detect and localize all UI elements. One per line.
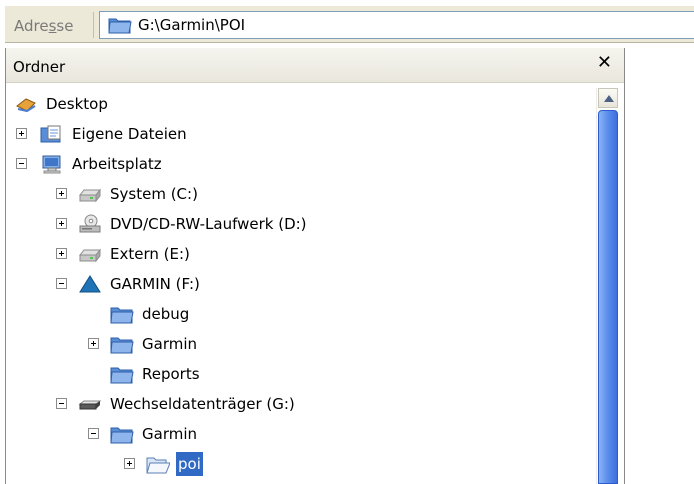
tree-item[interactable]: debug — [6, 302, 566, 326]
tree-item[interactable]: Eigene Dateien — [6, 122, 566, 146]
folder-icon — [108, 18, 132, 34]
folder-icon — [110, 307, 134, 324]
hard-drive-icon — [78, 188, 102, 203]
cd-drive-icon — [79, 214, 101, 233]
tree-item[interactable]: Garmin — [6, 332, 566, 356]
folder-icon — [110, 427, 134, 444]
removable-drive-icon — [78, 400, 102, 410]
tree-item-label: Garmin — [142, 425, 198, 443]
expand-icon[interactable] — [56, 218, 67, 229]
scroll-up-button[interactable] — [598, 88, 618, 108]
collapse-icon[interactable] — [56, 398, 67, 409]
tree-item[interactable]: Arbeitsplatz — [6, 152, 566, 176]
vertical-scrollbar[interactable] — [596, 88, 619, 484]
tree-item-label: Garmin — [142, 335, 198, 353]
address-label: Adresse — [14, 17, 74, 35]
tree-item-label: debug — [142, 305, 190, 323]
garmin-triangle-icon — [79, 275, 101, 293]
folder-pane-header: Ordner ✕ — [6, 48, 624, 83]
tree-item-label: Desktop — [46, 95, 108, 113]
hard-drive-icon — [78, 248, 102, 263]
folder-tree: Desktop Eigene Dateien Arbeitsplatz System … — [6, 84, 596, 484]
tree-item[interactable]: Reports — [6, 362, 566, 386]
open-folder-icon — [146, 457, 170, 474]
my-documents-icon — [40, 125, 61, 143]
tree-item[interactable]: Wechseldatenträger (G:) — [6, 392, 566, 416]
my-computer-icon — [42, 155, 61, 174]
collapse-icon[interactable] — [56, 278, 67, 289]
tree-item-label: Arbeitsplatz — [72, 155, 162, 173]
toolbar-separator — [93, 12, 94, 38]
tree-item[interactable]: DVD/CD-RW-Laufwerk (D:) — [6, 212, 566, 236]
tree-item-label: Extern (E:) — [110, 245, 190, 263]
tree-item-label: Eigene Dateien — [72, 125, 187, 143]
collapse-icon[interactable] — [16, 158, 27, 169]
folder-pane: Ordner ✕ Desktop Eigene Dateien Arbeitspla… — [5, 48, 625, 484]
tree-item-label: Wechseldatenträger (G:) — [110, 395, 295, 413]
expand-icon[interactable] — [56, 188, 67, 199]
scroll-thumb[interactable] — [598, 110, 618, 484]
tree-item-label: GARMIN (F:) — [110, 275, 200, 293]
tree-item-label: System (C:) — [110, 185, 198, 203]
expand-icon[interactable] — [124, 458, 135, 469]
address-bar: Adresse G:\Garmin\POI — [5, 5, 694, 43]
expand-icon[interactable] — [88, 338, 99, 349]
tree-item[interactable]: poi — [6, 452, 566, 476]
expand-icon[interactable] — [16, 128, 27, 139]
tree-item[interactable]: System (C:) — [6, 182, 566, 206]
tree-item-label: Reports — [142, 365, 200, 383]
address-value: G:\Garmin\POI — [138, 16, 246, 34]
pane-title: Ordner — [13, 58, 66, 76]
tree-item[interactable]: Extern (E:) — [6, 242, 566, 266]
tree-item[interactable]: Garmin — [6, 422, 566, 446]
folder-icon — [110, 337, 134, 354]
tree-item-label: DVD/CD-RW-Laufwerk (D:) — [110, 215, 307, 233]
close-icon[interactable]: ✕ — [597, 52, 612, 73]
expand-icon[interactable] — [56, 248, 67, 259]
collapse-icon[interactable] — [88, 428, 99, 439]
tree-item[interactable]: GARMIN (F:) — [6, 272, 566, 296]
folder-icon — [110, 367, 134, 384]
desktop-icon — [16, 98, 36, 113]
tree-item[interactable]: Desktop — [6, 92, 566, 116]
tree-item-label: poi — [176, 452, 203, 476]
address-input[interactable]: G:\Garmin\POI — [99, 11, 694, 39]
